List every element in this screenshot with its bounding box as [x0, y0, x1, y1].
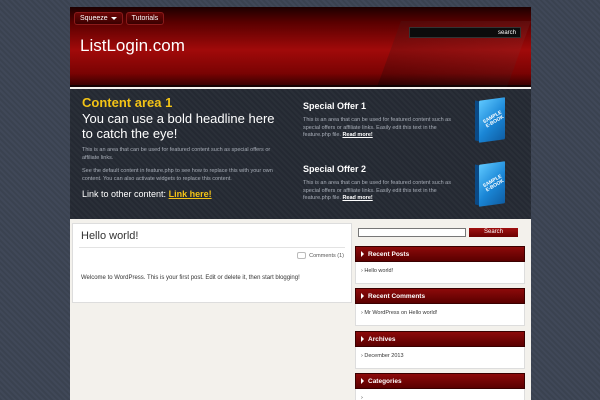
ebook-image[interactable]: SAMPLE E-BOOK — [475, 97, 507, 143]
nav-item-label: Squeeze — [80, 15, 108, 22]
nav-item-tutorials[interactable]: Tutorials — [125, 12, 165, 25]
read-more-link[interactable]: Read more! — [342, 195, 372, 201]
bullet-icon — [361, 336, 364, 342]
feature-link-line: Link to other content: Link here! — [82, 189, 282, 199]
nav-item-label: Tutorials — [131, 15, 159, 22]
feature-link[interactable]: Link here! — [169, 189, 212, 199]
widget-recent-posts: Recent Posts › Hello world! — [355, 246, 525, 284]
widget-body: › — [355, 389, 525, 400]
widget-title: Categories — [368, 377, 402, 385]
widget-header: Categories — [355, 373, 525, 389]
widget-header: Recent Comments — [355, 288, 525, 304]
widget-item-label: Mr WordPress on Hello world! — [364, 310, 438, 316]
widget-title: Recent Comments — [368, 292, 426, 300]
widget-body: › Mr WordPress on Hello world! — [355, 304, 525, 326]
search-label: search — [497, 29, 516, 36]
feature-title: Content area 1 — [82, 95, 173, 110]
feature-link-prefix: Link to other content: — [82, 189, 167, 199]
comments-count: Comments (1) — [309, 252, 344, 259]
comment-bubble-icon — [297, 252, 307, 259]
offer-description: This is an area that can be used for fea… — [303, 180, 451, 201]
feature-area: Content area 1 You can use a bold headli… — [70, 89, 531, 219]
widget-item-link[interactable]: › Mr WordPress on Hello world! — [361, 310, 519, 316]
read-more-link[interactable]: Read more! — [342, 132, 372, 138]
chevron-down-icon — [110, 17, 117, 20]
feature-headline: You can use a bold headline here to catc… — [82, 111, 275, 141]
site-title[interactable]: ListLogin.com — [80, 36, 185, 56]
widget-item-link[interactable]: › December 2013 — [361, 353, 519, 359]
widget-body: › December 2013 — [355, 347, 525, 369]
offer-title: Special Offer 1 — [303, 101, 367, 111]
widget-item-link[interactable]: › — [361, 395, 519, 400]
bullet-icon — [361, 293, 364, 299]
offer-text: This is an area that can be used for fea… — [303, 117, 463, 140]
post: Hello world! Comments (1) Welcome to Wor… — [72, 223, 352, 303]
special-offer-2: Special Offer 2 This is an area that can… — [303, 164, 463, 203]
widget-body: › Hello world! — [355, 262, 525, 284]
widget-item-label: December 2013 — [364, 353, 404, 359]
bullet-icon — [361, 378, 364, 384]
widget-item-link[interactable]: › Hello world! — [361, 268, 519, 274]
special-offer-1: Special Offer 1 This is an area that can… — [303, 101, 463, 140]
comments-link[interactable]: Comments (1) — [297, 252, 344, 259]
offer-title: Special Offer 2 — [303, 164, 367, 174]
widget-title: Archives — [368, 335, 396, 343]
sidebar-search: Search — [358, 228, 518, 237]
widget-recent-comments: Recent Comments › Mr WordPress on Hello … — [355, 288, 525, 326]
offer-description: This is an area that can be used for fea… — [303, 117, 451, 138]
widget-header: Archives — [355, 331, 525, 347]
post-body: Welcome to WordPress. This is your first… — [81, 275, 300, 281]
divider — [79, 247, 345, 248]
widget-header: Recent Posts — [355, 246, 525, 262]
offer-text: This is an area that can be used for fea… — [303, 180, 463, 203]
content-area-1: Content area 1 You can use a bold headli… — [82, 95, 282, 199]
widget-item-label: Hello world! — [364, 268, 394, 274]
widget-archives: Archives › December 2013 — [355, 331, 525, 369]
page-wrapper: Squeeze Tutorials ListLogin.com search C… — [70, 7, 531, 400]
header-search-input[interactable]: search — [409, 27, 521, 38]
bullet-icon — [361, 251, 364, 257]
sidebar-search-input[interactable] — [358, 228, 466, 237]
header: Squeeze Tutorials ListLogin.com search — [70, 7, 531, 87]
widget-categories: Categories › — [355, 373, 525, 400]
nav-item-squeeze[interactable]: Squeeze — [74, 12, 123, 25]
feature-text-2: See the default content in feature.php t… — [82, 168, 273, 182]
feature-text-1: This is an area that can be used for fea… — [82, 147, 271, 161]
ebook-image[interactable]: SAMPLE E-BOOK — [475, 161, 507, 207]
post-title[interactable]: Hello world! — [81, 230, 138, 242]
top-nav: Squeeze Tutorials — [74, 12, 165, 25]
search-button[interactable]: Search — [469, 228, 518, 237]
widget-title: Recent Posts — [368, 250, 410, 258]
